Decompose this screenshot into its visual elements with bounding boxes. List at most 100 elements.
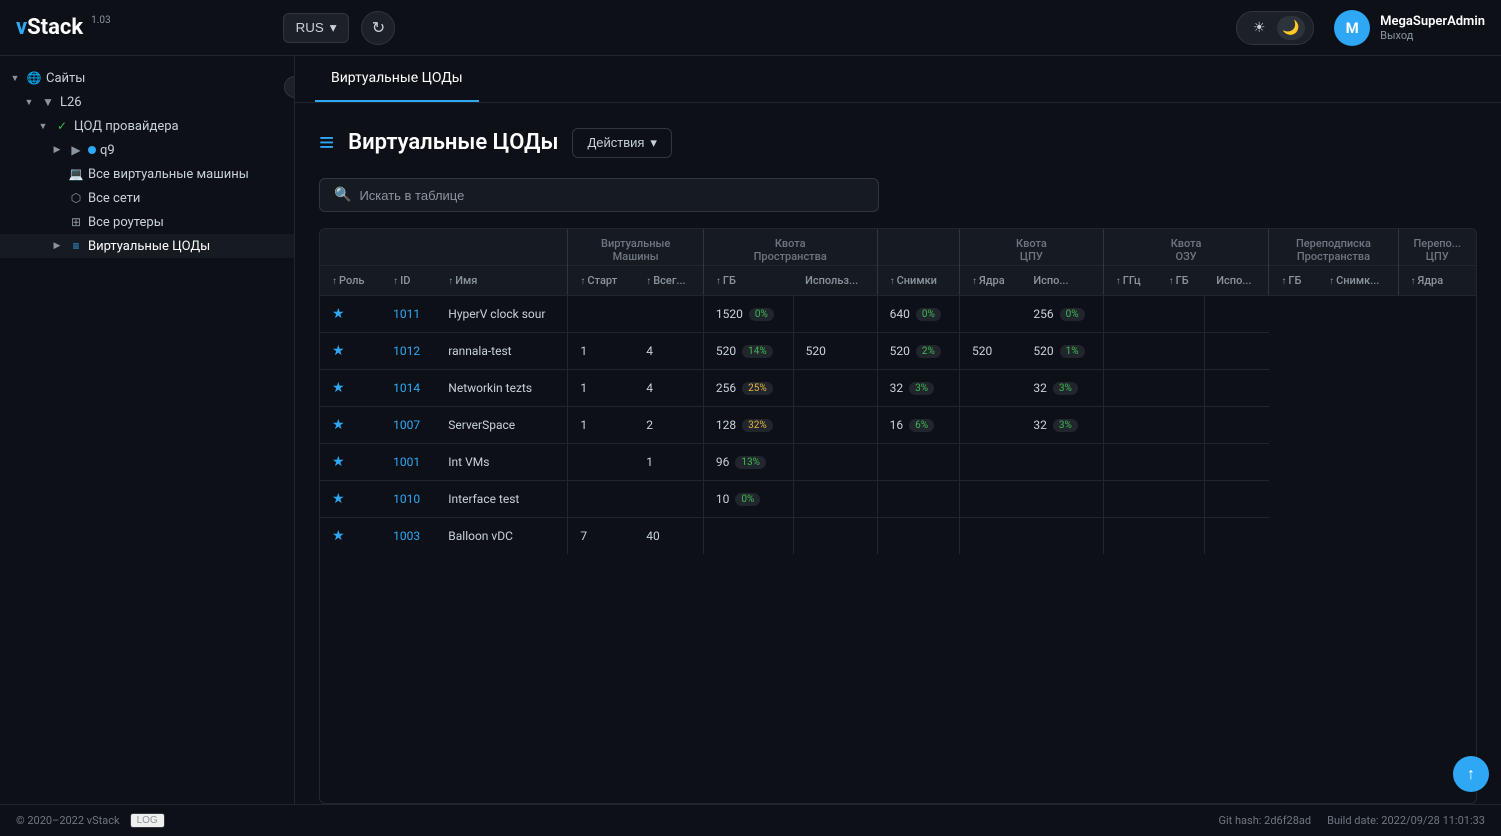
theme-toggle: ☀ 🌙 [1236,11,1314,45]
th-space-gb[interactable]: ↑ГБ [703,266,793,296]
sidebar-item-virtual-dcs[interactable]: ▶ ≡ Виртуальные ЦОДы [0,234,294,258]
usage-cell [1021,444,1103,481]
id-link[interactable]: 1007 [393,418,420,432]
logo: vStack 1.03 [16,15,111,40]
snapshots-cell [793,518,877,555]
star-icon: ★ [332,306,345,322]
usage-cell [1021,481,1103,518]
usage-cell: 32 3% [1021,407,1103,444]
start-cell [568,481,634,518]
th-over-cpu-cores[interactable]: ↑Ядра [1398,266,1476,296]
id-link[interactable]: 1012 [393,344,420,358]
over-space-snap-cell [1157,518,1205,555]
star-icon: ★ [332,528,345,544]
search-box: 🔍 [319,178,879,212]
usage-cell: 520 2% [877,333,959,370]
language-selector[interactable]: RUS ▾ [283,13,350,43]
th-cpu-pct[interactable]: Испо... [1021,266,1103,296]
page-tabs: Виртуальные ЦОДы [295,56,1501,103]
footer-right: Git hash: 2d6f28ad Build date: 2022/09/2… [1218,814,1485,827]
id-link[interactable]: 1011 [393,307,420,321]
usage-cell: 1520 0% [703,296,793,333]
sidebar-item-all-vms[interactable]: 💻 Все виртуальные машины [0,162,294,186]
th-cpu-ghz[interactable]: ↑ГГц [1103,266,1156,296]
space-quota-group-header: КвотаПространства [703,229,877,266]
actions-button[interactable]: Действия ▾ [572,128,672,158]
id-link[interactable]: 1014 [393,381,420,395]
th-role[interactable]: ↑Роль [320,266,381,296]
th-start[interactable]: ↑Старт [568,266,634,296]
star-icon: ★ [332,380,345,396]
tab-virtual-dcs[interactable]: Виртуальные ЦОДы [315,56,479,102]
sidebar-item-label: Все роутеры [88,215,164,230]
search-input[interactable] [359,188,864,203]
th-snapshots[interactable]: ↑Снимки [877,266,959,296]
th-cpu-cores[interactable]: ↑Ядра [960,266,1022,296]
over-cpu-group-header: Перепо...ЦПУ [1398,229,1476,266]
cpu-ghz-cell [960,370,1022,407]
vdc-name: Networkin tezts [448,381,532,395]
start-cell [568,444,634,481]
scroll-to-top-button[interactable]: ↑ [1453,756,1489,792]
table-body: ★ 1011 HyperV clock sour 1520 0% 640 0% [320,296,1476,555]
total-cell [634,296,703,333]
over-space-gb-cell [1103,370,1156,407]
th-total[interactable]: ↑Всег... [634,266,703,296]
sidebar-item-all-routers[interactable]: ⊞ Все роутеры [0,210,294,234]
sidebar-item-label: ЦОД провайдера [74,119,179,134]
th-ram-pct[interactable]: Испо... [1204,266,1269,296]
sidebar-item-all-networks[interactable]: ⬡ Все сети [0,186,294,210]
snapshots-cell [793,407,877,444]
sidebar-item-l26[interactable]: ▼ ▼ L26 [0,90,294,114]
start-cell: 1 [568,370,634,407]
logo-text: vStack [16,15,83,40]
table-wrapper[interactable]: ВиртуальныеМашины КвотаПространства Квот… [319,228,1477,804]
page-content: ≡ Виртуальные ЦОДы Действия ▾ 🔍 [295,103,1501,804]
th-name[interactable]: ↑Имя [436,266,568,296]
th-over-space-gb[interactable]: ↑ГБ [1269,266,1317,296]
lang-label: RUS [296,20,324,35]
sidebar-item-label: Сайты [46,71,85,86]
sidebar-item-q9[interactable]: ▶ ▶ q9 [0,138,294,162]
id-cell: 1007 [381,407,436,444]
over-cpu-cores-cell [1204,370,1269,407]
over-space-gb-cell [1103,481,1156,518]
id-link[interactable]: 1003 [393,529,420,543]
arrow-up-icon: ↑ [1467,764,1475,784]
id-cell: 1012 [381,333,436,370]
th-id[interactable]: ↑ID [381,266,436,296]
dark-theme-button[interactable]: 🌙 [1277,16,1305,40]
sidebar-item-sites[interactable]: ▼ 🌐 Сайты [0,66,294,90]
over-space-snap-cell [1157,407,1205,444]
th-space-pct[interactable]: Использ... [793,266,877,296]
refresh-button[interactable]: ↻ [361,11,395,45]
over-cpu-cores-cell [1204,518,1269,555]
usage-cell: 32 3% [877,370,959,407]
start-cell: 1 [568,333,634,370]
sidebar-item-provider-dc[interactable]: ▼ ✓ ЦОД провайдера [0,114,294,138]
id-cell: 1001 [381,444,436,481]
usage-cell [703,518,793,555]
table-row: ★ 1010 Interface test 10 0% [320,481,1476,518]
th-ram-gb[interactable]: ↑ГБ [1157,266,1205,296]
vdc-name: HyperV clock sour [448,307,545,321]
globe-icon: 🌐 [26,70,42,86]
log-button[interactable]: LOG [130,813,165,828]
username: MegaSuperAdmin [1380,14,1485,29]
id-link[interactable]: 1001 [393,455,420,469]
user-area: M MegaSuperAdmin Выход [1334,10,1485,46]
table-row: ★ 1012 rannala-test 1 4 520 14% 520 520 … [320,333,1476,370]
over-space-snap-cell [1157,296,1205,333]
id-link[interactable]: 1010 [393,492,420,506]
star-icon: ★ [332,491,345,507]
logout-button[interactable]: Выход [1380,29,1485,42]
star-icon: ★ [332,454,345,470]
search-row: 🔍 [319,178,1477,212]
th-over-space-snap[interactable]: ↑Снимк... [1317,266,1398,296]
vdc-name: rannala-test [448,344,511,358]
over-space-snap-cell [1157,444,1205,481]
light-theme-button[interactable]: ☀ [1245,16,1273,40]
sidebar-item-label: q9 [100,143,115,158]
snapshots-cell [793,444,877,481]
refresh-icon: ↻ [372,18,385,38]
